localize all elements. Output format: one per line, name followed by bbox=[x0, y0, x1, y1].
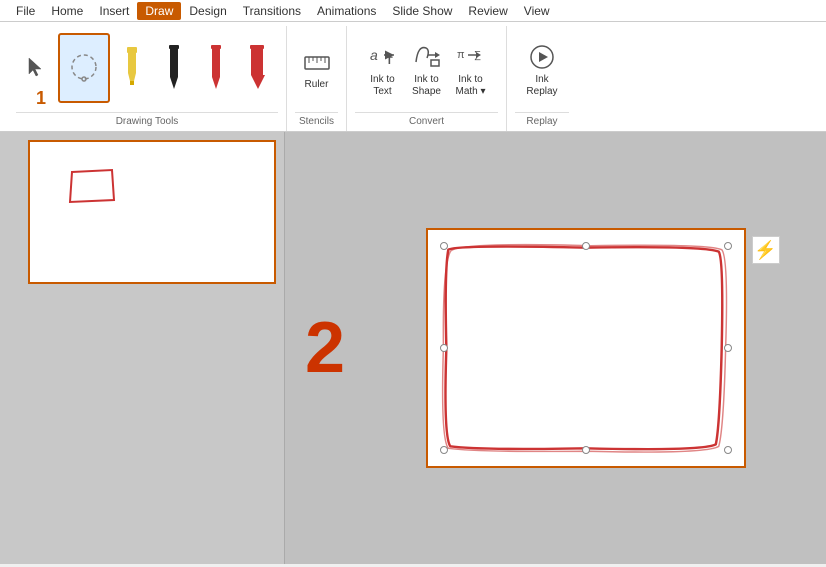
drawing-tools-group: 1 bbox=[8, 26, 287, 131]
ink-to-text-line1: Ink to bbox=[370, 74, 394, 86]
menu-file[interactable]: File bbox=[8, 2, 43, 20]
highlighter-yellow-btn[interactable] bbox=[112, 33, 152, 103]
ink-to-shape-icon bbox=[412, 40, 442, 70]
menu-view[interactable]: View bbox=[516, 2, 558, 20]
drawing-tools-label: Drawing Tools bbox=[16, 112, 278, 129]
arrow-icon bbox=[25, 56, 47, 78]
lasso-icon bbox=[68, 51, 100, 83]
ink-to-text-icon: a T bbox=[368, 40, 398, 70]
handle-tc[interactable] bbox=[582, 242, 590, 250]
ribbon: 1 bbox=[0, 22, 826, 132]
handle-mr[interactable] bbox=[724, 344, 732, 352]
lasso-number: 1 bbox=[36, 89, 46, 107]
highlighter-yellow-icon bbox=[121, 47, 143, 87]
menu-home[interactable]: Home bbox=[43, 2, 91, 20]
ink-replay-btn[interactable]: Ink Replay bbox=[519, 35, 564, 105]
slide-1-thumb[interactable] bbox=[28, 140, 276, 284]
pen-red-btn[interactable] bbox=[196, 33, 236, 103]
main-layout: 1 2 bbox=[0, 132, 826, 564]
ink-to-shape-line1: Ink to bbox=[414, 74, 438, 86]
menu-slideshow[interactable]: Slide Show bbox=[384, 2, 460, 20]
ink-action-btn[interactable]: ⚡ bbox=[752, 236, 780, 264]
pen-black-btn[interactable] bbox=[154, 33, 194, 103]
replay-label: Replay bbox=[515, 112, 569, 129]
stencils-label: Stencils bbox=[295, 112, 338, 129]
ink-to-shape-line2: Shape bbox=[412, 86, 441, 98]
menu-design[interactable]: Design bbox=[181, 2, 234, 20]
handle-bl[interactable] bbox=[440, 446, 448, 454]
slide-1-ink bbox=[30, 142, 274, 282]
slide-1-wrapper: 1 bbox=[8, 140, 276, 284]
handle-tr[interactable] bbox=[724, 242, 732, 250]
ink-replay-line2: Replay bbox=[526, 86, 557, 98]
main-slide[interactable]: ⚡ bbox=[426, 228, 746, 468]
ruler-btn[interactable]: Ruler bbox=[296, 35, 338, 105]
pen-black-icon bbox=[165, 45, 183, 89]
menu-animations[interactable]: Animations bbox=[309, 2, 384, 20]
handle-tl[interactable] bbox=[440, 242, 448, 250]
svg-text:T: T bbox=[386, 55, 393, 67]
ruler-label: Ruler bbox=[305, 79, 329, 91]
svg-text:∑: ∑ bbox=[474, 50, 481, 61]
svg-text:π: π bbox=[457, 49, 465, 61]
canvas-slide-number: 2 bbox=[305, 307, 345, 389]
main-ink-drawing bbox=[428, 230, 744, 466]
ruler-icon bbox=[303, 49, 331, 77]
ink-to-math-line2: Math ▾ bbox=[455, 86, 485, 98]
lightning-icon: ⚡ bbox=[754, 240, 776, 261]
menu-bar: File Home Insert Draw Design Transitions… bbox=[0, 0, 826, 22]
ink-to-text-btn[interactable]: a T Ink to Text bbox=[362, 35, 404, 105]
menu-insert[interactable]: Insert bbox=[91, 2, 137, 20]
svg-text:a: a bbox=[370, 47, 378, 63]
lasso-select-btn[interactable]: 1 bbox=[58, 33, 110, 103]
ink-to-shape-btn[interactable]: Ink to Shape bbox=[406, 35, 448, 105]
replay-icon bbox=[527, 42, 557, 72]
convert-group: a T Ink to Text bbox=[347, 26, 507, 131]
handle-ml[interactable] bbox=[440, 344, 448, 352]
ink-to-math-line1: Ink to bbox=[458, 74, 482, 86]
handle-br[interactable] bbox=[724, 446, 732, 454]
stencils-group: Ruler Stencils bbox=[287, 26, 347, 131]
convert-label: Convert bbox=[355, 112, 498, 129]
marker-red-btn[interactable] bbox=[238, 33, 278, 103]
replay-group: Ink Replay Replay bbox=[507, 26, 577, 131]
menu-review[interactable]: Review bbox=[460, 2, 515, 20]
canvas-area: 2 bbox=[285, 132, 826, 564]
ink-to-text-line2: Text bbox=[373, 86, 391, 98]
pen-red-icon bbox=[207, 45, 225, 89]
ink-replay-line1: Ink bbox=[535, 74, 548, 86]
ink-to-math-btn[interactable]: π ∑ Ink to Math ▾ bbox=[450, 35, 492, 105]
ink-to-math-icon: π ∑ bbox=[456, 40, 486, 70]
handle-bc[interactable] bbox=[582, 446, 590, 454]
marker-red-icon bbox=[247, 45, 269, 89]
menu-draw[interactable]: Draw bbox=[137, 2, 181, 20]
slides-panel: 1 bbox=[0, 132, 285, 564]
menu-transitions[interactable]: Transitions bbox=[235, 2, 309, 20]
